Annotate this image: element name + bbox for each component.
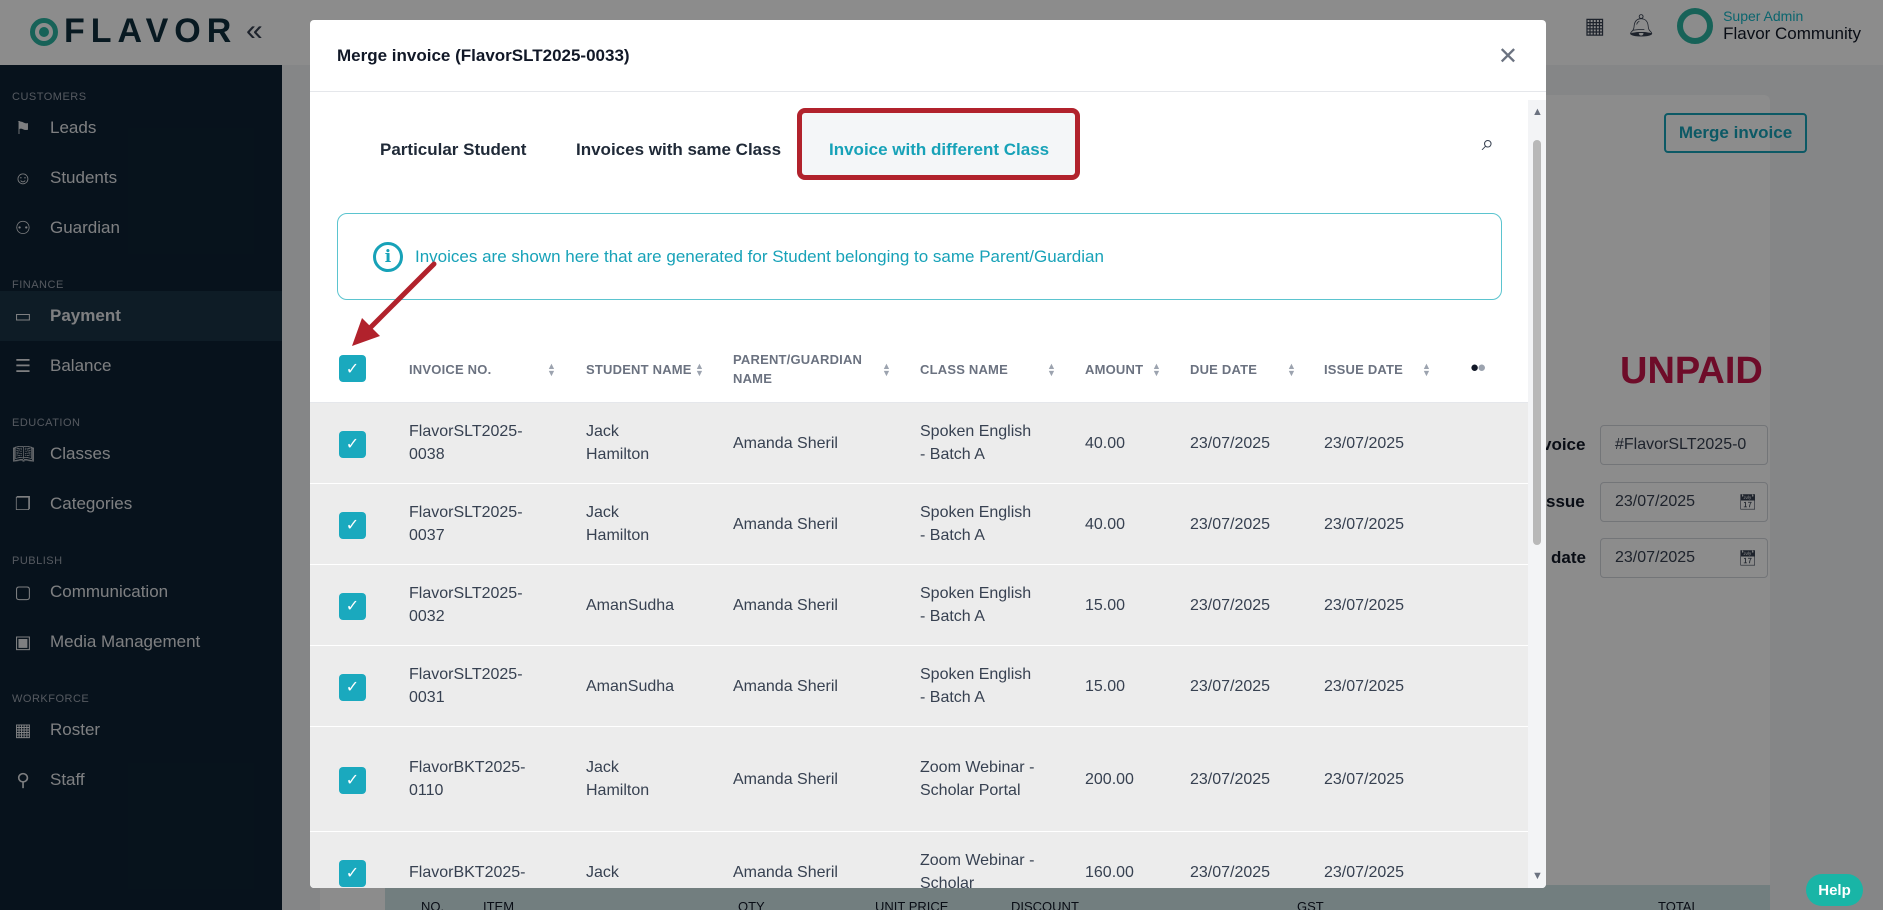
column-menu-icon[interactable]: ●●	[1470, 359, 1486, 376]
cell-guardian: Amanda Sheril	[733, 515, 838, 533]
row-checkbox[interactable]: ✓	[339, 592, 366, 620]
row-checkbox[interactable]: ✓	[339, 766, 366, 794]
cell-due: 23/07/2025	[1190, 770, 1271, 788]
cell-issue: 23/07/2025	[1324, 863, 1405, 881]
red-pointer-arrow-icon	[352, 261, 437, 346]
row-checkbox[interactable]: ✓	[339, 430, 366, 458]
cell-class: Zoom Webinar - Scholar	[920, 852, 1035, 888]
tab-invoice-different-class[interactable]: Invoice with different Class	[829, 108, 1049, 192]
cell-invoice: FlavorSLT2025-0031	[409, 666, 523, 706]
modal-title: Merge invoice (FlavorSLT2025-0033)	[337, 45, 630, 65]
modal-header: Merge invoice (FlavorSLT2025-0033) ✕	[310, 20, 1546, 92]
cell-student: Jack	[586, 863, 619, 881]
sort-icon[interactable]: ▲ ▼	[882, 362, 891, 378]
help-button[interactable]: Help	[1806, 874, 1863, 906]
cell-student: AmanSudha	[586, 596, 675, 614]
cell-due: 23/07/2025	[1190, 515, 1271, 533]
th-guardian-name[interactable]: PARENT/GUARDIAN NAME	[733, 335, 863, 403]
cell-due: 23/07/2025	[1190, 677, 1271, 695]
select-all-checkbox[interactable]: ✓	[339, 355, 366, 382]
cell-student: Jack Hamilton	[586, 423, 650, 463]
cell-guardian: Amanda Sheril	[733, 596, 838, 614]
cell-student: Jack Hamilton	[586, 759, 650, 799]
table-row[interactable]: ✓ FlavorSLT2025-0038 Jack Hamilton Amanda S…	[310, 403, 1528, 484]
cell-issue: 23/07/2025	[1324, 770, 1405, 788]
modal-scrollbar[interactable]: ▲ ▼	[1528, 100, 1546, 888]
row-checkbox[interactable]: ✓	[339, 673, 366, 701]
cell-invoice: FlavorSLT2025-0038	[409, 423, 523, 463]
merge-invoice-modal: Merge invoice (FlavorSLT2025-0033) ✕ Par…	[310, 20, 1546, 888]
cell-guardian: Amanda Sheril	[733, 863, 838, 881]
cell-amount: 40.00	[1085, 434, 1126, 452]
th-class-name[interactable]: CLASS NAME	[920, 335, 1008, 403]
cell-class: Spoken English - Batch A	[920, 504, 1032, 544]
invoice-table: ✓ INVOICE NO. ▲ ▼ STUDENT NAME ▲ ▼ PARENT/…	[310, 335, 1528, 888]
tab-invoices-same-class[interactable]: Invoices with same Class	[576, 108, 781, 192]
th-issue-date[interactable]: ISSUE DATE	[1324, 335, 1403, 403]
table-row[interactable]: ✓ FlavorSLT2025-0031 AmanSudha Amanda Sheri…	[310, 646, 1528, 727]
table-row[interactable]: ✓ FlavorSLT2025-0032 AmanSudha Amanda Sheri…	[310, 565, 1528, 646]
sort-icon[interactable]: ▲ ▼	[1152, 362, 1161, 378]
sort-icon[interactable]: ▲ ▼	[1422, 362, 1431, 378]
cell-class: Spoken English - Batch A	[920, 423, 1032, 463]
cell-student: AmanSudha	[586, 677, 675, 695]
cell-class: Zoom Webinar - Scholar Portal	[920, 759, 1035, 799]
scroll-thumb[interactable]	[1533, 140, 1541, 545]
table-body: ✓ FlavorSLT2025-0038 Jack Hamilton Amanda S…	[310, 403, 1528, 888]
search-icon[interactable]: ⌕	[1482, 130, 1494, 156]
cell-class: Spoken English - Batch A	[920, 585, 1032, 625]
cell-amount: 15.00	[1085, 677, 1126, 695]
th-amount[interactable]: AMOUNT	[1085, 335, 1143, 403]
table-row[interactable]: ✓ FlavorBKT2025- Jack Amanda Sheril Zoom Web…	[310, 832, 1528, 888]
cell-student: Jack Hamilton	[586, 504, 650, 544]
cell-issue: 23/07/2025	[1324, 677, 1405, 695]
cell-guardian: Amanda Sheril	[733, 770, 838, 788]
cell-invoice: FlavorSLT2025-0037	[409, 504, 523, 544]
cell-due: 23/07/2025	[1190, 863, 1271, 881]
cell-amount: 15.00	[1085, 596, 1126, 614]
cell-amount: 200.00	[1085, 770, 1134, 788]
cell-due: 23/07/2025	[1190, 596, 1271, 614]
cell-issue: 23/07/2025	[1324, 515, 1405, 533]
modal-tabs: Particular Student Invoices with same Cl…	[310, 108, 1530, 192]
tab-particular-student[interactable]: Particular Student	[380, 108, 526, 192]
cell-issue: 23/07/2025	[1324, 596, 1405, 614]
cell-class: Spoken English - Batch A	[920, 666, 1032, 706]
th-student-name[interactable]: STUDENT NAME	[586, 335, 692, 403]
row-checkbox[interactable]: ✓	[339, 859, 366, 887]
sort-icon[interactable]: ▲ ▼	[695, 362, 704, 378]
cell-guardian: Amanda Sheril	[733, 434, 838, 452]
sort-icon[interactable]: ▲ ▼	[1047, 362, 1056, 378]
table-row[interactable]: ✓ FlavorBKT2025-0110 Jack Hamilton Amanda S…	[310, 727, 1528, 832]
close-icon[interactable]: ✕	[1498, 42, 1518, 71]
table-header-row: ✓ INVOICE NO. ▲ ▼ STUDENT NAME ▲ ▼ PARENT/…	[310, 335, 1528, 403]
cell-invoice: FlavorSLT2025-0032	[409, 585, 523, 625]
scroll-down-icon[interactable]: ▼	[1532, 870, 1543, 882]
table-row[interactable]: ✓ FlavorSLT2025-0037 Jack Hamilton Amanda S…	[310, 484, 1528, 565]
cell-invoice: FlavorBKT2025-0110	[409, 759, 526, 799]
th-due-date[interactable]: DUE DATE	[1190, 335, 1257, 403]
scroll-up-icon[interactable]: ▲	[1532, 106, 1543, 118]
sort-icon[interactable]: ▲ ▼	[1287, 362, 1296, 378]
cell-amount: 40.00	[1085, 515, 1126, 533]
info-banner: i Invoices are shown here that are gener…	[337, 213, 1502, 300]
cell-guardian: Amanda Sheril	[733, 677, 838, 695]
cell-invoice: FlavorBKT2025-	[409, 863, 526, 881]
info-text: Invoices are shown here that are generat…	[415, 246, 1104, 266]
cell-amount: 160.00	[1085, 863, 1134, 881]
row-checkbox[interactable]: ✓	[339, 511, 366, 539]
cell-due: 23/07/2025	[1190, 434, 1271, 452]
cell-issue: 23/07/2025	[1324, 434, 1405, 452]
sort-icon[interactable]: ▲ ▼	[547, 362, 556, 378]
